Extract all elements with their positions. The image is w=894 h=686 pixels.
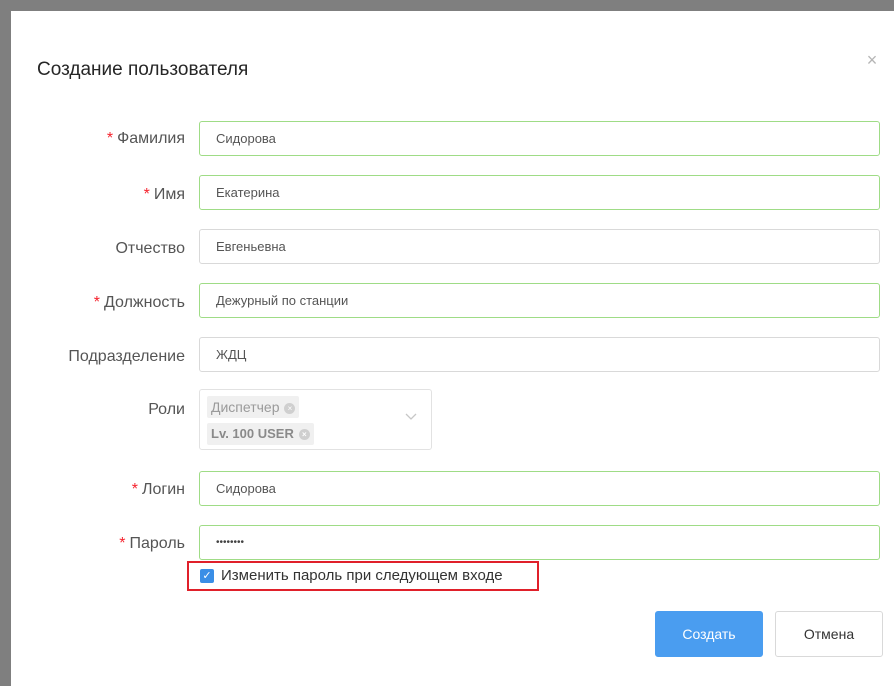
last-name-input[interactable]: Сидорова bbox=[199, 121, 880, 156]
tag-remove-icon[interactable]: × bbox=[284, 403, 296, 414]
create-button[interactable]: Создать bbox=[655, 611, 763, 657]
tag-remove-icon[interactable]: × bbox=[298, 429, 310, 440]
required-mark: * bbox=[119, 535, 126, 552]
department-input[interactable]: ЖДЦ bbox=[199, 337, 880, 372]
first-name-input[interactable]: Екатерина bbox=[199, 175, 880, 210]
create-user-dialog: Создание пользователя × * Фамилия Сидоров… bbox=[11, 11, 894, 686]
close-icon[interactable]: × bbox=[863, 51, 881, 69]
password-input[interactable]: •••••••• bbox=[199, 525, 880, 560]
cancel-button[interactable]: Отмена bbox=[775, 611, 883, 657]
patronymic-input[interactable]: Евгеньевна bbox=[199, 229, 880, 264]
change-password-checkbox[interactable]: ✓ bbox=[200, 569, 214, 583]
department-label: Подразделение bbox=[68, 348, 185, 365]
position-label: * Должность bbox=[93, 294, 185, 311]
required-mark: * bbox=[106, 130, 114, 147]
login-label: * Логин bbox=[131, 481, 185, 498]
change-password-label[interactable]: Изменить пароль при следующем входе bbox=[221, 566, 503, 586]
login-input[interactable]: Сидорова bbox=[199, 471, 880, 506]
last-name-label: * Фамилия bbox=[106, 130, 185, 147]
role-tag: Диспетчер × bbox=[207, 396, 300, 418]
password-label: * Пароль bbox=[119, 535, 185, 552]
roles-label: Роли bbox=[148, 401, 185, 418]
chevron-down-icon[interactable] bbox=[404, 410, 418, 424]
role-tag: Lv. 100 USER × bbox=[207, 423, 314, 445]
position-input[interactable]: Дежурный по станции bbox=[199, 283, 880, 318]
patronymic-label: Отчество bbox=[115, 240, 185, 257]
required-mark: * bbox=[143, 186, 150, 203]
first-name-label: * Имя bbox=[143, 186, 185, 203]
change-password-option: ✓ Изменить пароль при следующем входе bbox=[187, 561, 539, 591]
dialog-title: Создание пользователя bbox=[37, 59, 249, 80]
required-mark: * bbox=[93, 294, 100, 311]
required-mark: * bbox=[131, 481, 138, 498]
roles-select[interactable]: Диспетчер × Lv. 100 USER × bbox=[199, 389, 432, 450]
